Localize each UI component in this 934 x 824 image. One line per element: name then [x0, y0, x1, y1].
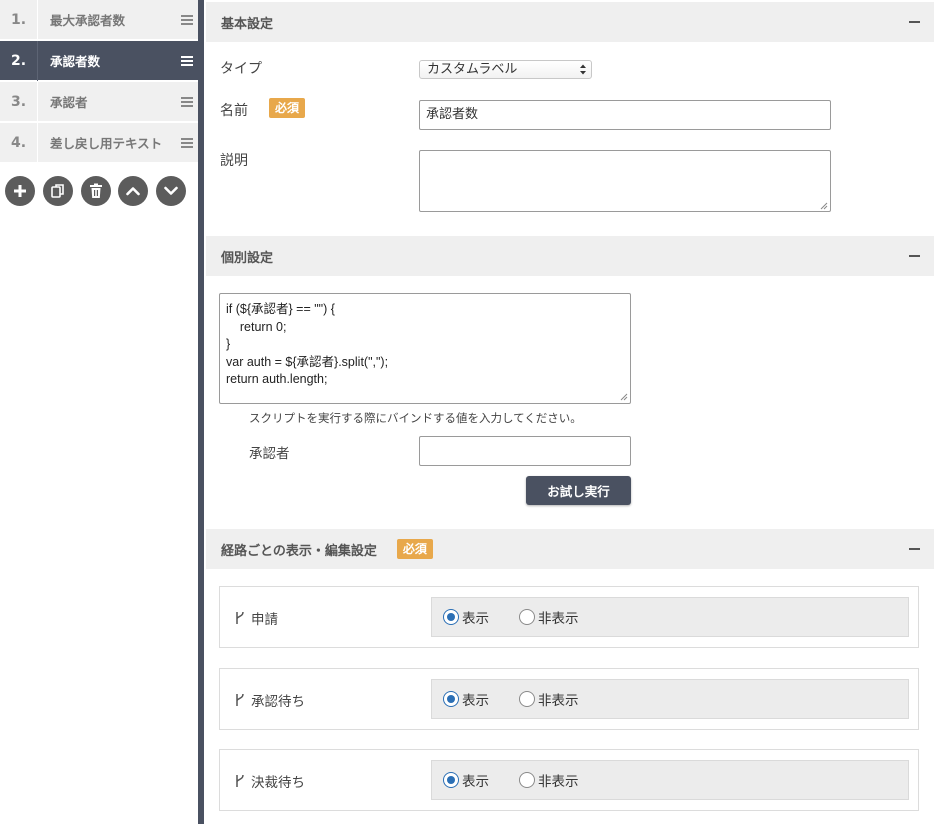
sidebar-item-number: 1. [0, 0, 38, 40]
sidebar-item-label: 差し戻し用テキスト [50, 136, 163, 151]
trial-run-button[interactable]: お試し実行 [526, 476, 631, 505]
branch-icon [236, 693, 244, 706]
route-row-awaiting-approval: 承認待ち 表示 非表示 [219, 668, 919, 730]
copy-icon[interactable] [43, 176, 73, 206]
branch-icon [236, 611, 244, 624]
radio-empty-icon[interactable] [519, 609, 535, 625]
description-textarea[interactable] [419, 150, 831, 212]
sidebar-item-number: 2. [0, 40, 38, 81]
show-radio[interactable]: 表示 [443, 770, 489, 790]
sidebar-divider [198, 0, 204, 824]
basic-settings-header[interactable]: 基本設定 [206, 2, 934, 42]
description-label: 説明 [220, 153, 248, 169]
visibility-radio-group: 表示 非表示 [431, 597, 909, 637]
section-title: 基本設定 [221, 16, 274, 32]
route-row-awaiting-decision: 決裁待ち 表示 非表示 [219, 749, 919, 811]
section-title: 経路ごとの表示・編集設定 [221, 543, 377, 559]
add-icon[interactable] [5, 176, 35, 206]
radio-empty-icon[interactable] [519, 772, 535, 788]
select-arrows-icon [580, 64, 586, 75]
individual-settings-header[interactable]: 個別設定 [206, 236, 934, 276]
show-label: 表示 [462, 693, 489, 709]
step-sidebar: 1. 最大承認者数 2. 承認者数 3. 承認者 4. 差し戻し用テキスト [0, 0, 198, 824]
radio-selected-icon[interactable] [443, 772, 459, 788]
script-hint: スクリプトを実行する際にバインドする値を入力してください。 [249, 411, 582, 425]
hide-label: 非表示 [538, 693, 579, 709]
sidebar-item-label: 最大承認者数 [50, 13, 126, 28]
type-select-value: カスタムラベル [427, 62, 518, 77]
drag-handle-icon[interactable] [176, 55, 198, 66]
script-editor[interactable]: if (${承認者} == "") { return 0; } var auth… [219, 293, 631, 404]
required-badge: 必須 [269, 98, 306, 118]
required-badge: 必須 [396, 539, 433, 559]
collapse-icon[interactable] [909, 548, 920, 550]
radio-empty-icon[interactable] [519, 691, 535, 707]
hide-label: 非表示 [538, 774, 579, 790]
resize-grip-icon[interactable] [820, 202, 828, 210]
name-input[interactable]: 承認者数 [419, 100, 831, 130]
sidebar-item-number: 3. [0, 81, 38, 122]
drag-handle-icon[interactable] [176, 96, 198, 107]
show-radio[interactable]: 表示 [443, 607, 489, 627]
sidebar-item-approver[interactable]: 3. 承認者 [0, 81, 198, 122]
chevron-up-icon[interactable] [118, 176, 148, 206]
radio-selected-icon[interactable] [443, 609, 459, 625]
drag-handle-icon[interactable] [176, 137, 198, 148]
route-name: 承認待ち [251, 694, 305, 710]
chevron-down-icon[interactable] [156, 176, 186, 206]
hide-radio[interactable]: 非表示 [519, 689, 579, 709]
bind-approver-input[interactable] [419, 436, 631, 466]
sidebar-item-label: 承認者数 [50, 54, 101, 69]
name-label: 名前 [220, 103, 248, 119]
radio-selected-icon[interactable] [443, 691, 459, 707]
drag-handle-icon[interactable] [176, 14, 198, 25]
type-label: タイプ [220, 61, 262, 77]
sidebar-item-max-approvers[interactable]: 1. 最大承認者数 [0, 0, 198, 40]
show-label: 表示 [462, 611, 489, 627]
route-row-application: 申請 表示 非表示 [219, 586, 919, 648]
sidebar-item-approver-count[interactable]: 2. 承認者数 [0, 40, 198, 81]
route-name: 決裁待ち [251, 775, 305, 791]
type-select[interactable]: カスタムラベル [419, 60, 592, 79]
branch-icon [236, 774, 244, 787]
bind-approver-label: 承認者 [249, 446, 290, 462]
hide-label: 非表示 [538, 611, 579, 627]
route-name: 申請 [251, 612, 278, 628]
trash-icon[interactable] [81, 176, 111, 206]
collapse-icon[interactable] [909, 255, 920, 257]
sidebar-item-return-text[interactable]: 4. 差し戻し用テキスト [0, 122, 198, 163]
route-settings-header[interactable]: 経路ごとの表示・編集設定 必須 [206, 529, 934, 569]
hide-radio[interactable]: 非表示 [519, 607, 579, 627]
show-label: 表示 [462, 774, 489, 790]
sidebar-item-label: 承認者 [50, 95, 88, 110]
resize-grip-icon[interactable] [620, 393, 628, 401]
show-radio[interactable]: 表示 [443, 689, 489, 709]
section-title: 個別設定 [221, 250, 274, 266]
visibility-radio-group: 表示 非表示 [431, 679, 909, 719]
hide-radio[interactable]: 非表示 [519, 770, 579, 790]
sidebar-item-number: 4. [0, 122, 38, 163]
collapse-icon[interactable] [909, 21, 920, 23]
visibility-radio-group: 表示 非表示 [431, 760, 909, 800]
